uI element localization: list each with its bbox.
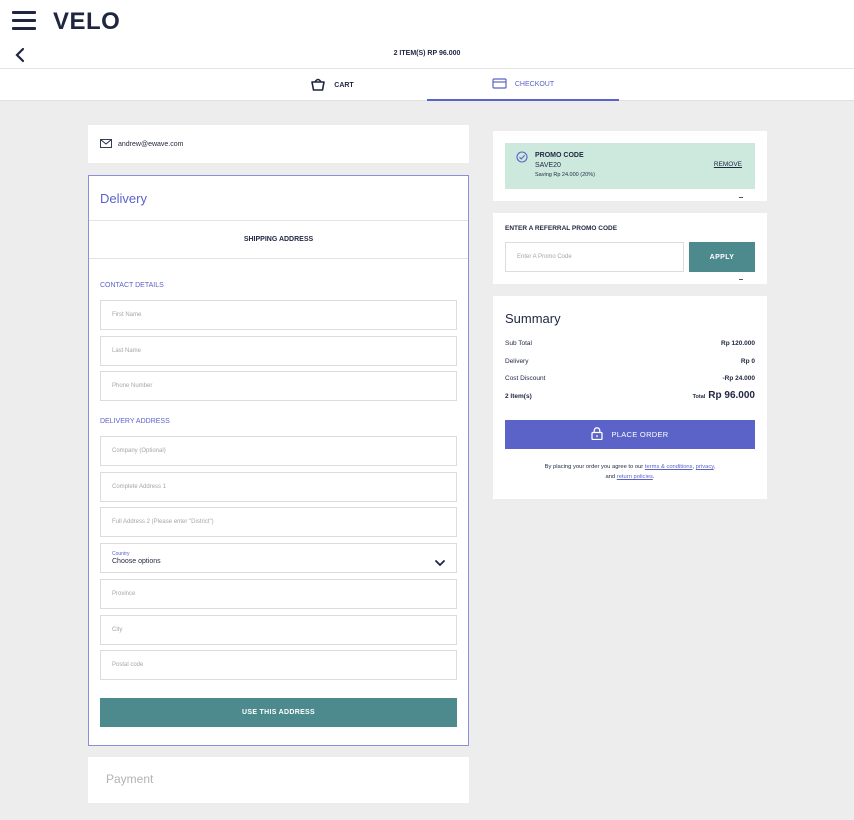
shipping-address-header: SHIPPING ADDRESS bbox=[89, 220, 468, 259]
place-order-label: PLACE ORDER bbox=[611, 430, 669, 439]
divider bbox=[739, 279, 743, 280]
tab-cart[interactable]: CART bbox=[236, 69, 428, 101]
hamburger-menu-icon[interactable] bbox=[12, 11, 36, 31]
summary-row-label: Sub Total bbox=[505, 340, 532, 347]
return-policies-link[interactable]: return policies bbox=[617, 474, 653, 480]
summary-title: Summary bbox=[505, 311, 561, 326]
period: . bbox=[652, 474, 655, 480]
promo-card: PROMO CODE SAVE20 Saving Rp 24.000 (20%)… bbox=[493, 131, 767, 201]
country-value: Choose options bbox=[112, 558, 161, 565]
summary-row-total: 2 Item(s) Total Rp 96.000 bbox=[505, 390, 755, 401]
delivery-address-label: DELIVERY ADDRESS bbox=[100, 418, 170, 425]
country-select[interactable]: Country Choose options bbox=[100, 543, 457, 573]
address-1-field[interactable]: Complete Address 1 bbox=[100, 472, 457, 502]
terms-link[interactable]: terms & conditions bbox=[645, 464, 693, 470]
promo-code: SAVE20 bbox=[535, 162, 561, 169]
logo[interactable]: VELO bbox=[53, 8, 120, 36]
apply-button[interactable]: APPLY bbox=[689, 242, 755, 272]
checkout-tabs: CART CHECKOUT bbox=[0, 69, 854, 101]
province-field[interactable]: Province bbox=[100, 579, 457, 609]
check-circle-icon bbox=[516, 150, 528, 168]
tab-checkout-label: CHECKOUT bbox=[514, 80, 555, 88]
envelope-icon bbox=[100, 138, 112, 150]
lock-icon bbox=[591, 427, 604, 442]
address-2-field[interactable]: Full Address 2 (Please enter "District") bbox=[100, 507, 457, 537]
summary-row-value: Rp 0 bbox=[740, 358, 755, 365]
comma: , bbox=[692, 464, 695, 470]
remove-promo-button[interactable]: REMOVE bbox=[714, 161, 742, 168]
summary-row-value: Rp 120.000 bbox=[721, 340, 755, 347]
use-this-address-button[interactable]: USE THIS ADDRESS bbox=[100, 698, 457, 727]
promo-code-input[interactable]: Enter A Promo Code bbox=[505, 242, 684, 272]
total-label: Total bbox=[692, 394, 706, 400]
comma: , bbox=[713, 464, 716, 470]
delivery-title: Delivery bbox=[100, 191, 147, 206]
referral-title: ENTER A REFERRAL PROMO CODE bbox=[505, 225, 618, 232]
and-text: and bbox=[605, 474, 616, 480]
summary-row-subtotal: Sub Total Rp 120.000 bbox=[505, 340, 755, 347]
account-email-card: andrew@ewave.com bbox=[88, 125, 469, 163]
first-name-field[interactable]: First Name bbox=[100, 300, 457, 330]
total-value: Rp 96.000 bbox=[708, 390, 755, 401]
delivery-form: Delivery SHIPPING ADDRESS CONTACT DETAIL… bbox=[88, 175, 469, 746]
summary-row-discount: Cost Discount -Rp 24.000 bbox=[505, 375, 755, 382]
card-icon bbox=[492, 77, 507, 91]
promo-title: PROMO CODE bbox=[535, 152, 584, 159]
company-field[interactable]: Company (Optional) bbox=[100, 436, 457, 466]
referral-card: ENTER A REFERRAL PROMO CODE Enter A Prom… bbox=[493, 213, 767, 284]
basket-icon bbox=[310, 77, 326, 93]
terms-notice: By placing your order you agree to our t… bbox=[505, 462, 755, 482]
tab-cart-label: CART bbox=[334, 81, 354, 89]
order-summary: Summary Sub Total Rp 120.000 Delivery Rp… bbox=[493, 296, 767, 499]
terms-prefix: By placing your order you agree to our bbox=[544, 464, 644, 470]
payment-section[interactable]: Payment bbox=[88, 757, 469, 803]
applied-promo: PROMO CODE SAVE20 Saving Rp 24.000 (20%)… bbox=[505, 143, 755, 189]
items-count: 2 Item(s) bbox=[505, 393, 532, 400]
contact-details-label: CONTACT DETAILS bbox=[100, 282, 164, 289]
summary-row-label: Delivery bbox=[505, 358, 529, 365]
promo-saving: Saving Rp 24.000 (20%) bbox=[535, 172, 595, 178]
divider bbox=[739, 197, 743, 198]
last-name-field[interactable]: Last Name bbox=[100, 336, 457, 366]
summary-row-value: -Rp 24.000 bbox=[722, 375, 755, 382]
chevron-down-icon bbox=[435, 554, 445, 572]
cart-summary-text: 2 ITEM(S) RP 96.000 bbox=[393, 50, 461, 57]
city-field[interactable]: City bbox=[100, 615, 457, 645]
privacy-link[interactable]: privacy bbox=[696, 464, 714, 470]
sub-header: 2 ITEM(S) RP 96.000 bbox=[0, 42, 854, 69]
tab-checkout[interactable]: CHECKOUT bbox=[427, 69, 619, 101]
country-label: Country bbox=[112, 551, 130, 557]
summary-row-delivery: Delivery Rp 0 bbox=[505, 358, 755, 365]
summary-row-label: Cost Discount bbox=[505, 375, 546, 382]
postal-code-field[interactable]: Postal code bbox=[100, 650, 457, 680]
top-bar: VELO bbox=[0, 0, 854, 42]
phone-number-field[interactable]: Phone Number bbox=[100, 371, 457, 401]
account-email: andrew@ewave.com bbox=[118, 140, 184, 148]
place-order-button[interactable]: PLACE ORDER bbox=[505, 420, 755, 449]
payment-title: Payment bbox=[106, 772, 154, 786]
